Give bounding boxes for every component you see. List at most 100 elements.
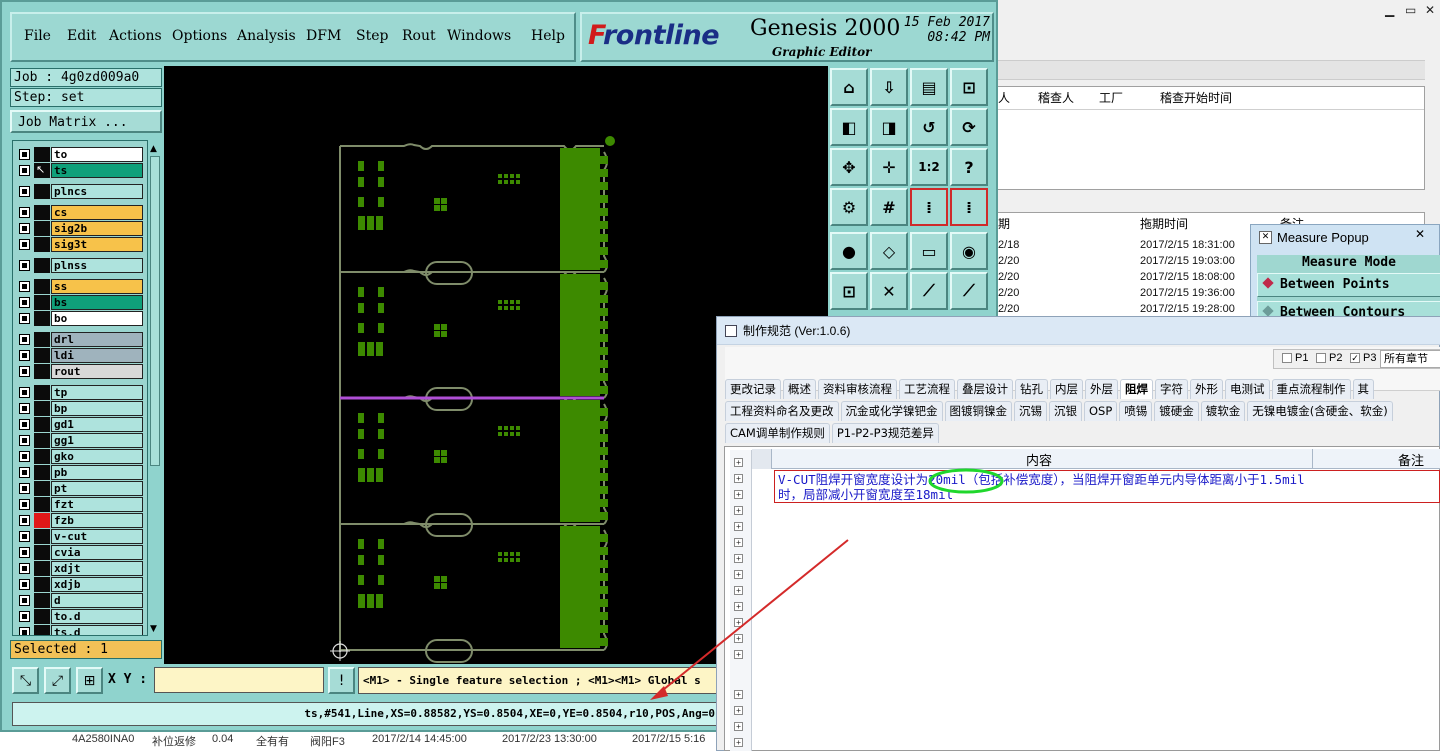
tab-row1-9[interactable]: 字符: [1155, 379, 1188, 399]
tab-row1-10[interactable]: 外形: [1190, 379, 1223, 399]
connect-icon[interactable]: ⊡: [830, 272, 868, 310]
expand-icon[interactable]: +: [734, 506, 743, 515]
layer-color-swatch[interactable]: [34, 609, 50, 624]
layer-checkbox[interactable]: [19, 627, 30, 635]
layer-checkbox[interactable]: [19, 387, 30, 398]
p1-checkbox[interactable]: [1282, 353, 1292, 363]
layer-checkbox[interactable]: [19, 149, 30, 160]
layer-color-swatch[interactable]: [34, 513, 50, 528]
warning-icon[interactable]: !: [328, 667, 355, 694]
menu-windows[interactable]: Windows: [447, 28, 511, 44]
close-icon[interactable]: ✕: [1415, 227, 1425, 241]
layer-row-rout[interactable]: rout: [17, 364, 145, 379]
layer-name[interactable]: plnss: [51, 258, 143, 273]
chapter-select[interactable]: 所有章节: [1380, 350, 1440, 368]
layer-checkbox[interactable]: [19, 547, 30, 558]
snap-icon[interactable]: ⚙: [830, 188, 868, 226]
pan-right-icon[interactable]: ◨: [870, 108, 908, 146]
layer-row-cvia[interactable]: cvia: [17, 545, 145, 560]
menu-rout[interactable]: Rout: [402, 28, 436, 44]
menu-step[interactable]: Step: [356, 28, 388, 44]
layer-name[interactable]: bo: [51, 311, 143, 326]
circle-icon[interactable]: ◉: [950, 232, 988, 270]
expand-icon[interactable]: +: [734, 618, 743, 627]
expand-icon[interactable]: +: [734, 706, 743, 715]
measure-icon[interactable]: ●: [830, 232, 868, 270]
layer-color-swatch[interactable]: [34, 545, 50, 560]
layer-checkbox[interactable]: [19, 186, 30, 197]
layer-name[interactable]: to: [51, 147, 143, 162]
undo-icon[interactable]: ↺: [910, 108, 948, 146]
layer-row-drl[interactable]: drl: [17, 332, 145, 347]
layer-name[interactable]: ts.d: [51, 625, 143, 635]
fit-all-icon[interactable]: ✥: [830, 148, 868, 186]
zoom-down-icon[interactable]: ⇩: [870, 68, 908, 106]
tab-row2-0[interactable]: 工程资料命名及更改: [725, 401, 839, 421]
expand-icon[interactable]: +: [734, 650, 743, 659]
layer-checkbox[interactable]: [19, 499, 30, 510]
tab-row1-2[interactable]: 资料审核流程: [818, 379, 897, 399]
expand-icon[interactable]: +: [734, 522, 743, 531]
expand-icon[interactable]: +: [734, 690, 743, 699]
layer-checkbox[interactable]: [19, 451, 30, 462]
layer-color-swatch[interactable]: [34, 258, 50, 273]
layer-color-swatch[interactable]: [34, 593, 50, 608]
layer-name[interactable]: xdjt: [51, 561, 143, 576]
close-icon[interactable]: ✕: [1425, 3, 1435, 17]
layer-checkbox[interactable]: [19, 483, 30, 494]
layer-color-swatch[interactable]: ↖: [34, 163, 50, 178]
layer-checkbox[interactable]: [19, 207, 30, 218]
minimize-icon[interactable]: ▁: [1385, 3, 1394, 17]
layer-checkbox[interactable]: [19, 334, 30, 345]
layer-row-sig2b[interactable]: sig2b: [17, 221, 145, 236]
layer-checkbox[interactable]: [19, 515, 30, 526]
layer-name[interactable]: cvia: [51, 545, 143, 560]
layer-name[interactable]: v-cut: [51, 529, 143, 544]
grid-icon[interactable]: #: [870, 188, 908, 226]
layer-color-swatch[interactable]: [34, 184, 50, 199]
layer-checkbox[interactable]: [19, 563, 30, 574]
layer-name[interactable]: d: [51, 593, 143, 608]
center-icon[interactable]: ✛: [870, 148, 908, 186]
layer-row-bp[interactable]: bp: [17, 401, 145, 416]
help-icon[interactable]: ?: [950, 148, 988, 186]
layer-row-gko[interactable]: gko: [17, 449, 145, 464]
zoom-out-icon[interactable]: ⤢: [44, 667, 71, 694]
layer-checkbox[interactable]: [19, 223, 30, 234]
layer-color-swatch[interactable]: [34, 279, 50, 294]
layer-name[interactable]: sig3t: [51, 237, 143, 252]
expand-icon[interactable]: +: [734, 634, 743, 643]
menu-help[interactable]: Help: [531, 28, 565, 44]
layer-color-swatch[interactable]: [34, 385, 50, 400]
expand-icon[interactable]: +: [734, 538, 743, 547]
layer-name[interactable]: fzb: [51, 513, 143, 528]
line-blue-icon[interactable]: ⟋: [950, 272, 988, 310]
tab-row3-0[interactable]: CAM调单制作规则: [725, 423, 830, 443]
layer-name[interactable]: sig2b: [51, 221, 143, 236]
layer-name[interactable]: drl: [51, 332, 143, 347]
layer-color-swatch[interactable]: [34, 577, 50, 592]
layer-checkbox[interactable]: [19, 579, 30, 590]
pan-left-icon[interactable]: ◧: [830, 108, 868, 146]
layer-row-ts[interactable]: ↖ ts: [17, 163, 145, 178]
tab-row1-3[interactable]: 工艺流程: [899, 379, 955, 399]
layer-color-swatch[interactable]: [34, 364, 50, 379]
layer-row-d[interactable]: d: [17, 593, 145, 608]
layer-checkbox[interactable]: [19, 350, 30, 361]
ruler-icon[interactable]: ▭: [910, 232, 948, 270]
zoom-page-icon[interactable]: ▤: [910, 68, 948, 106]
spec-note-cell[interactable]: [1311, 470, 1440, 503]
layer-row-cs[interactable]: cs: [17, 205, 145, 220]
layer-row-ts.d[interactable]: ts.d: [17, 625, 145, 635]
layer-color-swatch[interactable]: [34, 561, 50, 576]
layer-name[interactable]: rout: [51, 364, 143, 379]
tab-row2-6[interactable]: 喷锡: [1119, 401, 1153, 421]
expand-icon[interactable]: +: [734, 490, 743, 499]
tab-row1-5[interactable]: 钻孔: [1015, 379, 1048, 399]
layer-name[interactable]: xdjb: [51, 577, 143, 592]
layer-name[interactable]: ts: [51, 163, 143, 178]
layer-checkbox[interactable]: [19, 403, 30, 414]
expand-icon[interactable]: +: [734, 602, 743, 611]
layer-color-swatch[interactable]: [34, 433, 50, 448]
layer-color-swatch[interactable]: [34, 481, 50, 496]
